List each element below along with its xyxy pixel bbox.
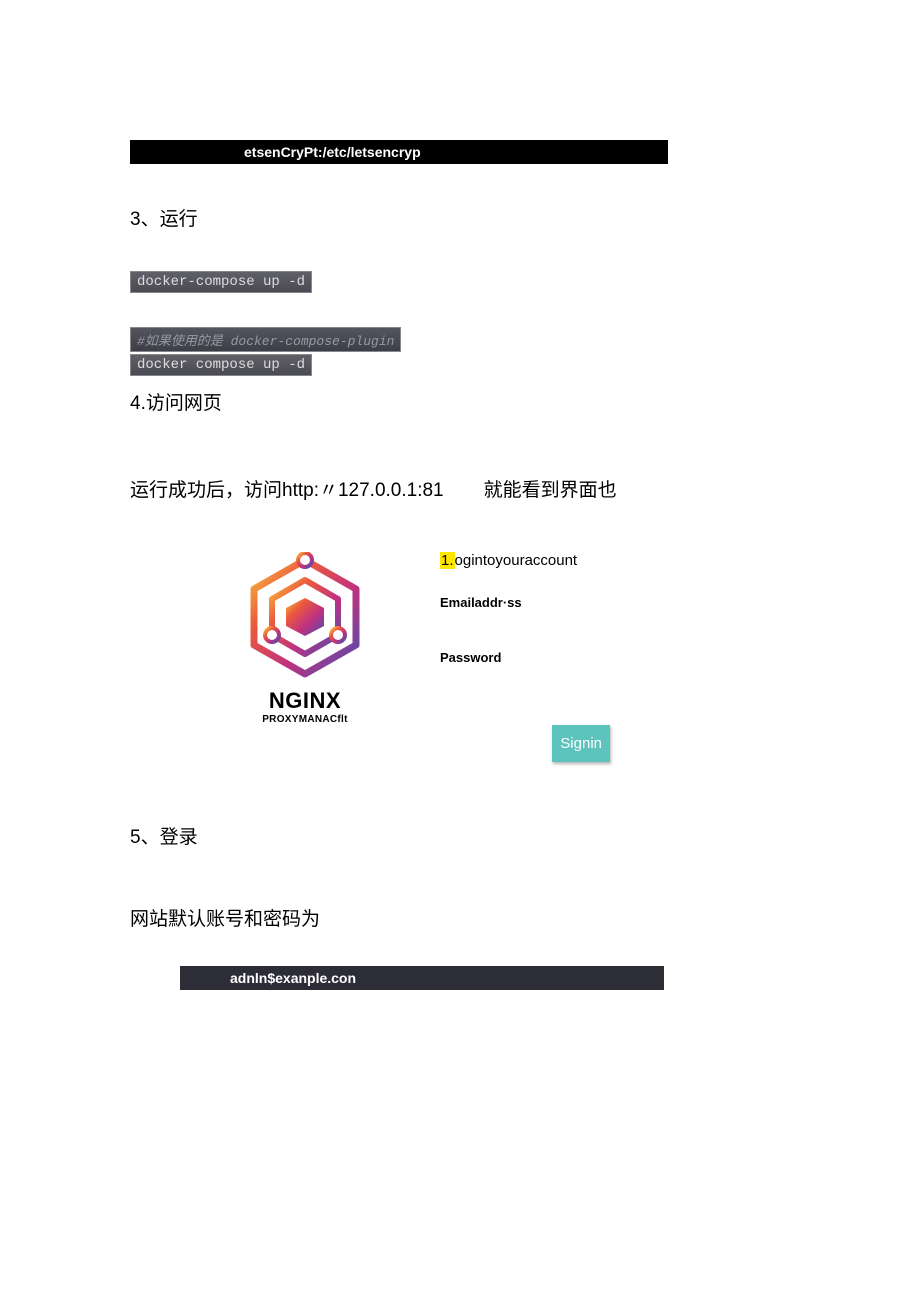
logo-subtitle: PROXYMANACflt xyxy=(262,714,348,725)
code-comment: #如果使用的是 docker-compose-plugin xyxy=(130,327,401,352)
logo-column: NGINX PROXYMANACflt xyxy=(240,552,370,762)
email-label: Emailaddr·ss xyxy=(440,595,610,610)
password-label: Password xyxy=(440,650,610,665)
signin-button[interactable]: Signin xyxy=(552,725,610,762)
login-heading-highlight: 1. xyxy=(440,552,455,569)
yaml-volume-line: etsenCryPt:/etc/letsencryp xyxy=(130,140,668,164)
login-panel: NGINX PROXYMANACflt 1.ogintoyouraccount … xyxy=(240,552,790,762)
default-credentials-text: 网站默认账号和密码为 xyxy=(130,904,790,931)
login-form: 1.ogintoyouraccount Emailaddr·ss Passwor… xyxy=(440,552,610,762)
code-line-2: docker compose up -d xyxy=(130,354,312,376)
logo-title: NGINX xyxy=(269,688,341,714)
login-heading-rest: ogintoyouraccount xyxy=(455,552,578,569)
nginx-proxy-manager-logo xyxy=(240,552,370,682)
step-5-heading: 5、登录 xyxy=(130,822,790,849)
login-heading: 1.ogintoyouraccount xyxy=(440,552,610,569)
step-4-heading: 4.访问网页 xyxy=(130,388,790,415)
run-success-text-left: 运行成功后，访问http:〃127.0.0.1:81 xyxy=(130,475,444,502)
code-line-1: docker-compose up -d xyxy=(130,271,312,293)
default-email: adnln$exanple.con xyxy=(180,966,664,990)
run-success-text-right: 就能看到界面也 xyxy=(484,475,617,502)
step-3-heading: 3、运行 xyxy=(130,204,790,231)
